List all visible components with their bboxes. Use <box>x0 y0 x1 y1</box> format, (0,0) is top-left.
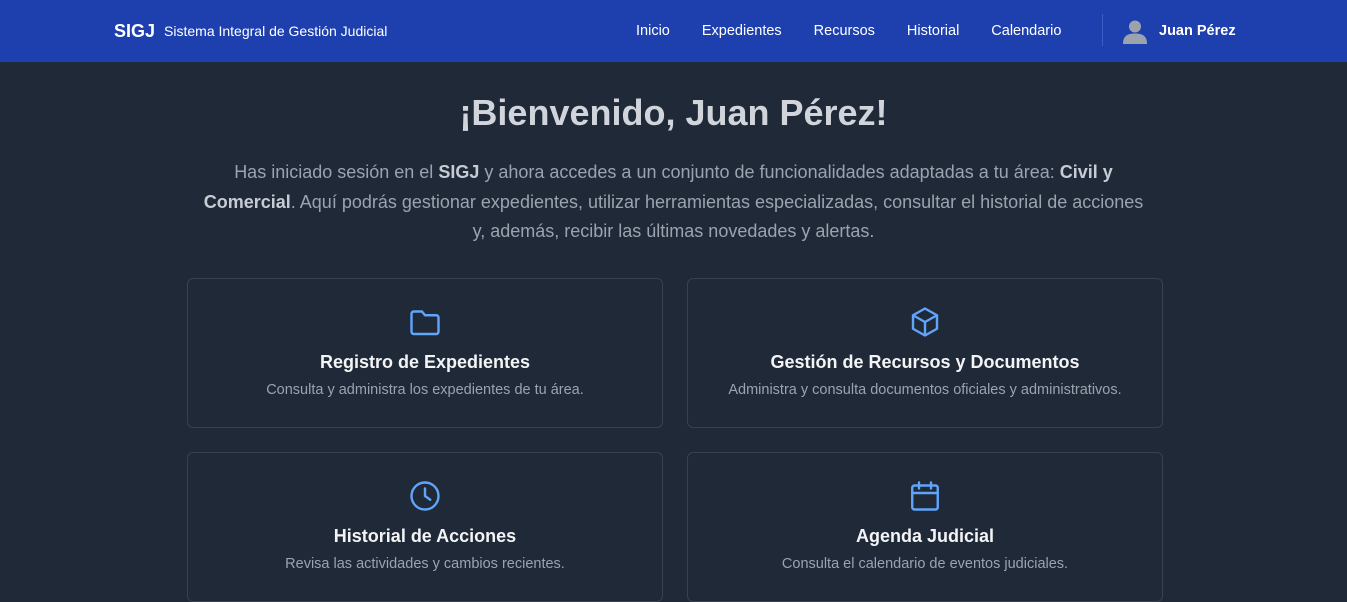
card-description: Revisa las actividades y cambios recient… <box>285 556 565 572</box>
card-description: Consulta y administra los expedientes de… <box>266 382 584 398</box>
card-agenda-judicial[interactable]: Agenda Judicial Consulta el calendario d… <box>687 452 1163 602</box>
clock-icon <box>410 481 440 511</box>
folder-icon <box>410 310 440 336</box>
user-menu[interactable]: Juan Pérez <box>1122 0 1236 62</box>
card-registro-expedientes[interactable]: Registro de Expedientes Consulta y admin… <box>187 278 663 428</box>
intro-text-2: y ahora accedes a un conjunto de funcion… <box>479 162 1060 182</box>
nav-links: Inicio Expedientes Recursos Historial Ca… <box>620 0 1077 62</box>
card-title: Gestión de Recursos y Documentos <box>770 352 1080 372</box>
intro-sigj: SIGJ <box>438 162 480 182</box>
brand-logo[interactable]: SIGJ Sistema Integral de Gestión Judicia… <box>114 0 387 62</box>
user-name: Juan Pérez <box>1159 23 1236 39</box>
card-title: Agenda Judicial <box>855 526 995 546</box>
nav-link-recursos[interactable]: Recursos <box>798 23 891 39</box>
welcome-title: ¡Bienvenido, Juan Pérez! <box>459 92 888 133</box>
calendar-icon <box>911 481 939 511</box>
nav-link-calendario[interactable]: Calendario <box>975 23 1077 39</box>
intro-text-1: Has iniciado sesión en el <box>234 162 439 182</box>
nav-divider <box>1102 14 1103 46</box>
card-gestion-recursos[interactable]: Gestión de Recursos y Documentos Adminis… <box>687 278 1163 428</box>
card-historial-acciones[interactable]: Historial de Acciones Revisa las activid… <box>187 452 663 602</box>
card-description: Consulta el calendario de eventos judici… <box>781 556 1069 572</box>
top-navbar: SIGJ Sistema Integral de Gestión Judicia… <box>0 0 1347 62</box>
nav-link-expedientes[interactable]: Expedientes <box>686 23 798 39</box>
card-description: Administra y consulta documentos oficial… <box>728 382 1122 398</box>
brand-full-name: Sistema Integral de Gestión Judicial <box>164 23 388 39</box>
intro-text-3: . Aquí podrás gestionar expedientes, uti… <box>290 191 1144 242</box>
cube-icon <box>911 307 939 337</box>
user-avatar-icon <box>1123 20 1147 44</box>
card-title: Historial de Acciones <box>333 526 517 546</box>
nav-link-inicio[interactable]: Inicio <box>620 23 686 39</box>
brand-abbreviation: SIGJ <box>114 20 156 41</box>
card-title: Registro de Expedientes <box>319 352 531 372</box>
nav-link-historial[interactable]: Historial <box>891 23 975 39</box>
welcome-intro: Has iniciado sesión en el SIGJ y ahora a… <box>200 158 1147 247</box>
